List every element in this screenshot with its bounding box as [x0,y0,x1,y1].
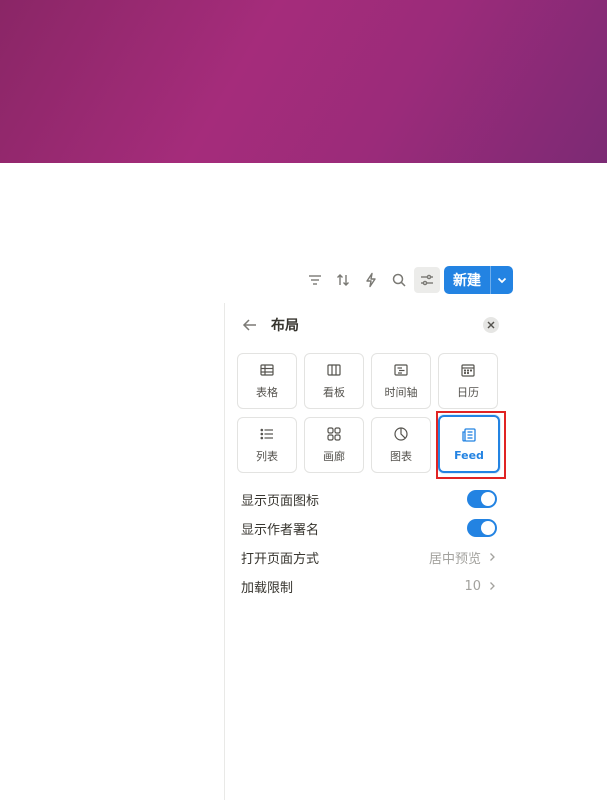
panel-header: 布局 [241,313,499,337]
toggle-knob [481,492,495,506]
option-label: 显示页面图标 [241,493,320,509]
toggle-knob [481,521,495,535]
new-button-label: 新建 [453,273,481,289]
new-button[interactable]: 新建 [444,266,513,294]
layout-gallery[interactable]: 画廊 [304,417,364,473]
view-settings-button[interactable] [414,267,440,293]
chart-icon [394,427,408,441]
option-label: 显示作者署名 [241,522,320,538]
view-toolbar [302,266,442,294]
table-icon [260,364,274,376]
new-dropdown-button[interactable] [491,274,513,286]
lightning-icon [366,272,376,288]
sort-icon [337,274,349,286]
calendar-icon [461,364,475,377]
option-label: 打开页面方式 [241,551,320,567]
option-load-limit[interactable]: 加载限制 10 [241,574,497,598]
board-icon [327,364,341,376]
option-label: 加载限制 [241,580,294,596]
show-page-icon-toggle[interactable] [467,490,497,508]
list-icon [260,428,273,440]
automation-button[interactable] [358,267,384,293]
layout-label: 列表 [256,450,278,463]
selection-highlight [436,411,506,479]
filter-button[interactable] [302,267,328,293]
gallery-icon [327,427,341,441]
layout-list[interactable]: 列表 [237,417,297,473]
option-show-author[interactable]: 显示作者署名 [241,516,497,540]
show-author-toggle[interactable] [467,519,497,537]
layout-label: 表格 [256,386,278,399]
layout-label: 日历 [457,386,479,399]
panel-title: 布局 [271,318,299,334]
layout-label: 图表 [390,450,412,463]
back-arrow-icon[interactable] [241,316,259,334]
timeline-icon [394,364,408,376]
layout-board[interactable]: 看板 [304,353,364,409]
cover-image [0,0,607,163]
search-icon [392,273,406,287]
chevron-down-icon [497,277,507,284]
sliders-icon [421,274,433,286]
filter-icon [309,275,321,285]
layout-table[interactable]: 表格 [237,353,297,409]
option-value: 居中预览 [428,551,481,567]
close-button[interactable] [483,317,499,333]
layout-chart[interactable]: 图表 [371,417,431,473]
layout-timeline[interactable]: 时间轴 [371,353,431,409]
layout-calendar[interactable]: 日历 [438,353,498,409]
option-open-page-mode[interactable]: 打开页面方式 居中预览 [241,545,497,569]
layout-label: 看板 [323,386,345,399]
option-show-page-icon[interactable]: 显示页面图标 [241,487,497,511]
close-icon [487,321,495,329]
layout-label: 画廊 [323,450,345,463]
chevron-right-icon [490,553,495,561]
layout-panel: 布局 表格 看板 时间轴 日历 列表 画廊 图表 Feed 显示页面图标 显示作… [225,303,515,800]
search-button[interactable] [386,267,412,293]
chevron-right-icon [490,582,495,590]
option-value: 10 [464,578,481,594]
sort-button[interactable] [330,267,356,293]
layout-label: 时间轴 [384,386,418,399]
